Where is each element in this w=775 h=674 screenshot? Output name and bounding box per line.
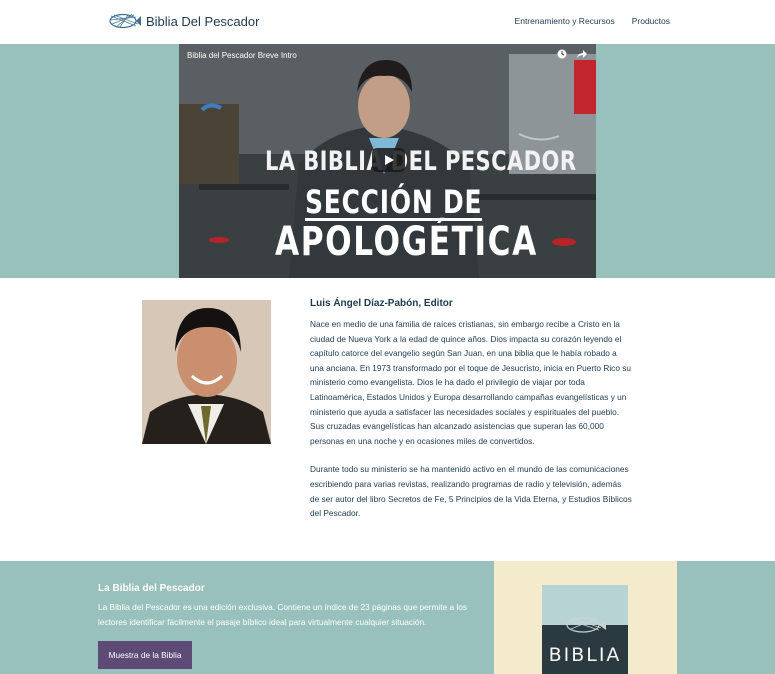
video-overlay-line3: APOLOGÉTICA [275, 219, 538, 265]
hero-band: Biblia del Pescador Breve Intro LA BIBLI… [0, 44, 775, 278]
nav-training-resources[interactable]: Entrenamiento y Recursos [515, 16, 615, 26]
editor-bio: Luis Ángel Díaz-Pabón, Editor Nace en me… [310, 298, 632, 521]
bible-promo-band: La Biblia del Pescador La Biblia del Pes… [0, 561, 775, 674]
bio-paragraph-1: Nace en medio de una familia de raíces c… [310, 319, 632, 446]
editor-photo [142, 300, 271, 444]
bible-sample-button[interactable]: Muestra de la Biblia [98, 641, 192, 669]
video-player[interactable]: Biblia del Pescador Breve Intro LA BIBLI… [179, 44, 596, 278]
brand-name: Biblia Del Pescador [146, 13, 260, 29]
main-nav: Entrenamiento y Recursos Productos [515, 16, 670, 26]
bio-paragraph-2: Durante todo su ministerio se ha manteni… [310, 464, 632, 519]
share-icon[interactable] [576, 49, 587, 59]
video-overlay-line1: LA BIBLIA DEL PESCADOR [265, 146, 577, 177]
play-button[interactable] [372, 148, 405, 172]
site-header: Biblia Del Pescador Entrenamiento y Recu… [0, 0, 775, 44]
book-panel: BIBLIA [494, 561, 677, 674]
bible-cover-image[interactable]: BIBLIA [542, 585, 628, 674]
editor-name: Luis Ángel Díaz-Pabón, Editor [310, 298, 453, 309]
watch-later-icon[interactable] [557, 49, 567, 59]
video-overlay-line2: SECCIÓN DE [305, 183, 483, 221]
fish-emblem-icon [566, 617, 606, 633]
nav-products[interactable]: Productos [632, 16, 670, 26]
fish-logo-icon [109, 13, 141, 29]
video-title: Biblia del Pescador Breve Intro [187, 51, 297, 60]
brand-logo[interactable]: Biblia Del Pescador [106, 12, 259, 30]
editor-portrait [142, 300, 271, 444]
book-title: BIBLIA [548, 644, 622, 666]
promo-title: La Biblia del Pescador [98, 583, 205, 594]
promo-description: La Biblia del Pescador es una edición ex… [98, 602, 467, 627]
